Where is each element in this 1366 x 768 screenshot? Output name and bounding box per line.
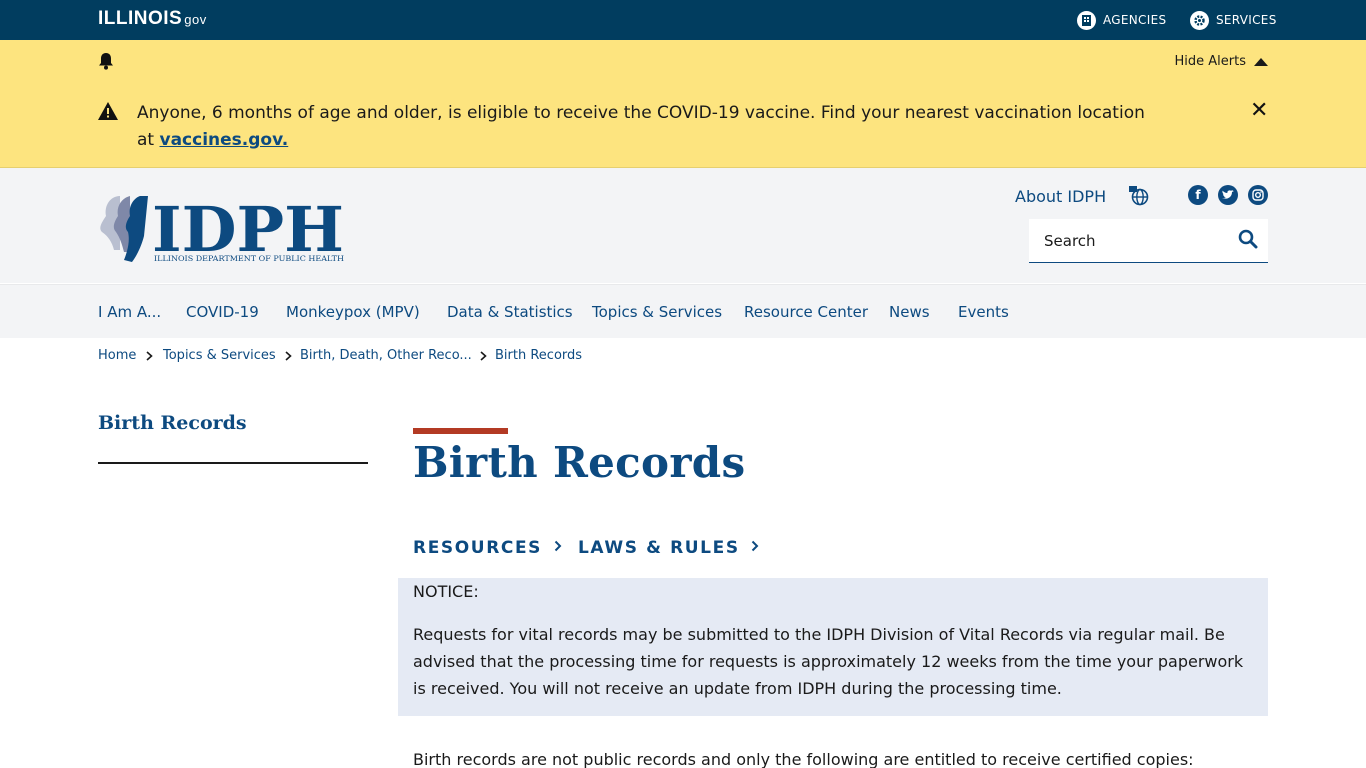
illinois-logo-suffix: gov — [184, 12, 207, 27]
about-idph-link[interactable]: About IDPH — [1015, 187, 1106, 206]
chevron-right-icon — [146, 351, 153, 361]
close-icon[interactable]: ✕ — [1250, 100, 1268, 122]
alert-message: Anyone, 6 months of age and older, is el… — [137, 100, 1157, 154]
nav-item-topics-services[interactable]: Topics & Services — [592, 303, 722, 321]
nav-item-events[interactable]: Events — [958, 303, 1009, 321]
gear-icon — [1190, 10, 1209, 30]
main-navigation: I Am A... COVID-19 Monkeypox (MPV) Data … — [0, 284, 1366, 338]
agencies-label: AGENCIES — [1103, 13, 1167, 27]
notice-box: NOTICE: Requests for vital records may b… — [398, 578, 1268, 716]
hide-alerts-label: Hide Alerts — [1174, 54, 1247, 69]
services-label: SERVICES — [1216, 13, 1277, 27]
laws-rules-label: LAWS & RULES — [578, 538, 740, 558]
nav-item-resource-center[interactable]: Resource Center — [744, 303, 868, 321]
title-accent-bar — [413, 428, 508, 434]
idph-logo[interactable]: IDPH ILLINOIS DEPARTMENT OF PUBLIC HEALT… — [98, 192, 348, 264]
chevron-right-icon — [751, 540, 759, 552]
search-box — [1029, 219, 1268, 263]
page-title: Birth Records — [413, 438, 746, 487]
idph-logo-subtitle: ILLINOIS DEPARTMENT OF PUBLIC HEALTH — [154, 254, 345, 263]
nav-item-monkeypox[interactable]: Monkeypox (MPV) — [286, 303, 420, 321]
illinois-gov-logo[interactable]: ILLINOIS gov — [98, 8, 207, 30]
site-header: IDPH ILLINOIS DEPARTMENT OF PUBLIC HEALT… — [0, 168, 1366, 283]
breadcrumb-current: Birth Records — [495, 348, 583, 363]
facebook-icon[interactable]: f — [1188, 185, 1208, 205]
vaccines-gov-link[interactable]: vaccines.gov. — [160, 130, 289, 150]
sidebar-title[interactable]: Birth Records — [98, 412, 247, 434]
resources-link[interactable]: RESOURCES — [413, 538, 562, 558]
chevron-right-icon — [480, 351, 487, 361]
sidebar-divider — [98, 462, 368, 464]
globe-icon[interactable] — [1129, 186, 1149, 206]
nav-item-i-am-a[interactable]: I Am A... — [98, 303, 161, 321]
notice-body: Requests for vital records may be submit… — [413, 625, 1244, 698]
search-icon[interactable] — [1238, 229, 1258, 249]
body-paragraph: Birth records are not public records and… — [413, 750, 1194, 768]
notice-heading: NOTICE: — [413, 582, 479, 601]
agencies-link[interactable]: AGENCIES — [1077, 10, 1166, 30]
laws-rules-link[interactable]: LAWS & RULES — [578, 538, 759, 558]
search-input[interactable] — [1029, 219, 1229, 262]
illinois-logo-text: ILLINOIS — [98, 8, 183, 29]
hide-alerts-button[interactable]: Hide Alerts — [1174, 54, 1268, 69]
alert-banner: Hide Alerts Anyone, 6 months of age and … — [0, 40, 1366, 168]
building-icon — [1077, 10, 1096, 30]
chevron-right-icon — [285, 351, 292, 361]
nav-item-data-statistics[interactable]: Data & Statistics — [447, 303, 573, 321]
warning-triangle-icon — [98, 102, 118, 120]
instagram-icon[interactable] — [1248, 185, 1268, 205]
chevron-right-icon — [554, 540, 561, 552]
resources-label: RESOURCES — [413, 538, 543, 558]
twitter-icon[interactable] — [1218, 185, 1238, 205]
breadcrumb-topics-services[interactable]: Topics & Services — [163, 348, 276, 363]
breadcrumb-birth-death-records[interactable]: Birth, Death, Other Reco... — [300, 348, 472, 363]
nav-item-covid-19[interactable]: COVID-19 — [186, 303, 259, 321]
services-link[interactable]: SERVICES — [1190, 10, 1277, 30]
bell-icon — [99, 53, 113, 70]
caret-up-icon — [1254, 57, 1268, 66]
state-top-bar: ILLINOIS gov AGENCIES SERVICES — [0, 0, 1366, 40]
page: ILLINOIS gov AGENCIES SERVICES Hide Alert… — [0, 0, 1366, 768]
breadcrumb-home[interactable]: Home — [98, 348, 136, 363]
nav-item-news[interactable]: News — [889, 303, 930, 321]
